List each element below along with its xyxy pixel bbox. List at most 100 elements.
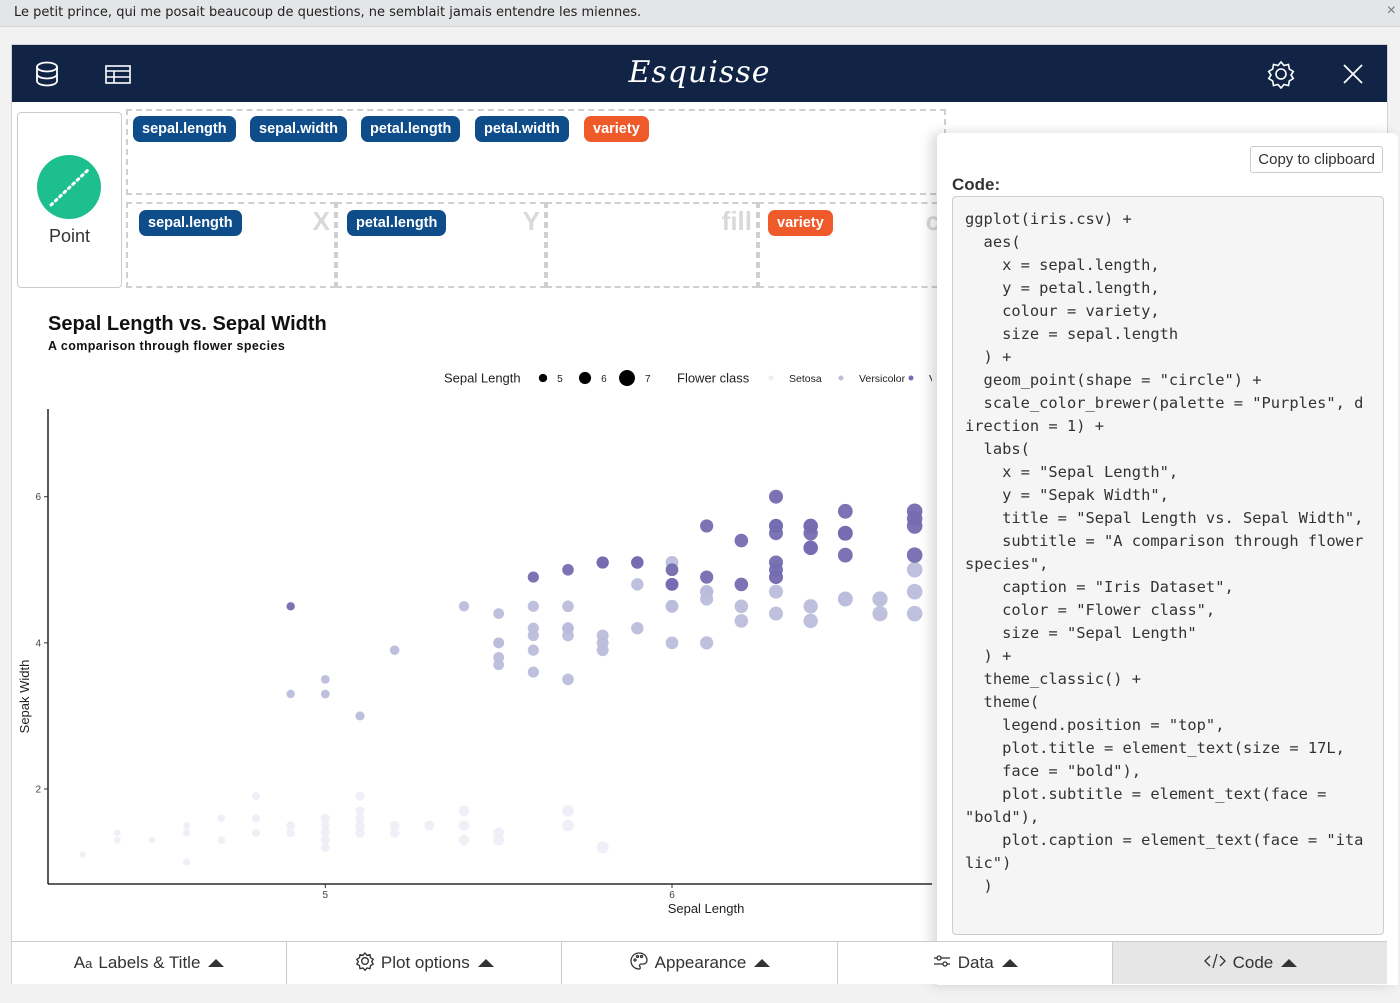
data-point-setosa [596,841,609,854]
legend-color-key [838,375,844,381]
data-point-virginica [286,602,295,611]
copy-to-clipboard-button[interactable]: Copy to clipboard [1250,146,1383,173]
plot-axes: 5 6 2 4 6 [35,409,932,901]
data-point-setosa [458,820,470,831]
data-point-versicolor [320,689,330,699]
tab-plot-options[interactable]: Plot options [287,942,563,984]
legend-size-key [538,373,548,383]
y-dropzone[interactable]: Y petal.length [336,202,546,288]
color-mapped-chip[interactable]: variety [768,210,833,236]
variable-chip-variety[interactable]: variety [584,116,649,142]
x-axis-label: Sepal Length [668,901,745,916]
x-tick-label: 5 [323,890,329,901]
legend-color-label: Versicolor [859,373,906,385]
data-point-setosa [148,836,156,844]
data-point-versicolor [700,636,714,650]
data-point-versicolor [769,606,783,621]
data-point-versicolor [493,637,505,649]
legend-color-label: Setosa [789,373,822,385]
data-point-virginica [665,563,679,577]
caret-up-icon [1001,959,1018,967]
data-point-versicolor [734,614,749,628]
data-point-setosa [217,836,226,844]
data-point-versicolor [803,599,818,614]
data-point-setosa [320,813,330,823]
legend-color-title: Flower class [677,371,750,386]
variables-dropzone[interactable]: sepal.length sepal.width petal.length pe… [126,109,946,195]
close-icon[interactable] [1338,59,1368,89]
data-point-setosa [183,821,191,830]
x-mapped-chip[interactable]: sepal.length [139,210,242,236]
data-point-setosa [79,851,86,858]
tab-appearance[interactable]: Appearance [562,942,838,984]
data-point-versicolor [355,711,365,721]
tab-code[interactable]: Code [1112,942,1388,984]
tab-labels-title[interactable]: Aa Labels & Title [12,942,288,984]
data-point-virginica [527,571,539,583]
data-point-setosa [183,829,191,837]
data-point-setosa [286,821,295,830]
data-point-versicolor [631,578,644,591]
data-point-virginica [906,547,923,563]
geometry-label: Point [48,226,91,246]
geometry-selector[interactable]: Point [17,112,122,288]
text-format-icon: Aa [73,953,93,972]
data-point-virginica [769,526,783,541]
legend-size-key [578,371,592,385]
y-mapped-chip[interactable]: petal.length [347,210,447,236]
y-tick-label: 4 [35,638,41,649]
data-point-virginica [734,577,749,592]
color-dropzone[interactable]: co variety [758,202,948,288]
tab-data[interactable]: Data [837,942,1113,984]
data-point-virginica [700,570,714,584]
settings-icon[interactable] [1266,59,1296,90]
code-block[interactable]: ggplot(iris.csv) + aes( x = sepal.length… [952,196,1384,935]
data-point-setosa [320,828,330,838]
data-point-setosa [493,834,505,846]
data-point-versicolor [493,608,505,620]
data-point-setosa [114,829,121,837]
data-point-virginica [700,519,714,533]
data-point-versicolor [906,605,923,622]
data-point-setosa [355,813,365,823]
fill-dropzone[interactable]: fill [546,202,758,288]
x-dropzone[interactable]: X sepal.length [126,202,336,288]
notification-close-icon[interactable]: × [1387,2,1396,20]
data-point-versicolor [700,592,714,606]
data-point-setosa [389,820,400,831]
data-point-virginica [562,563,574,576]
data-point-setosa [458,805,470,817]
data-point-versicolor [734,599,749,614]
variable-chip-sepal-length[interactable]: sepal.length [133,116,236,142]
data-point-versicolor [562,600,574,613]
data-point-setosa [252,814,260,823]
legend-color-key [768,375,774,381]
legend-size-label: 6 [601,374,607,385]
data-point-setosa [562,819,574,832]
data-point-virginica [837,503,853,519]
tab-label: Appearance [654,953,747,972]
legend-color-key [908,375,914,381]
tab-label: Code [1232,953,1274,972]
data-point-versicolor [872,591,888,607]
variable-chip-petal-length[interactable]: petal.length [361,116,461,142]
variable-chip-sepal-width[interactable]: sepal.width [250,116,347,142]
data-point-versicolor [562,673,574,686]
data-point-versicolor [596,636,609,649]
data-point-versicolor [320,674,330,684]
legend-color-label: Virginica [929,373,932,385]
data-point-virginica [769,489,783,504]
fill-zone-label: fill [721,206,752,236]
app-header: Esquisse [12,45,1387,102]
data-point-setosa [252,828,260,837]
variable-chip-petal-width[interactable]: petal.width [475,116,569,142]
caret-up-icon [1281,959,1298,967]
data-point-virginica [906,518,923,534]
tab-label: Labels & Title [98,953,201,972]
caret-up-icon [754,959,771,967]
data-point-virginica [803,540,818,556]
tab-label: Data [957,953,994,972]
point-geom-icon [37,155,101,219]
data-point-versicolor [389,645,400,655]
data-point-versicolor [286,689,295,699]
